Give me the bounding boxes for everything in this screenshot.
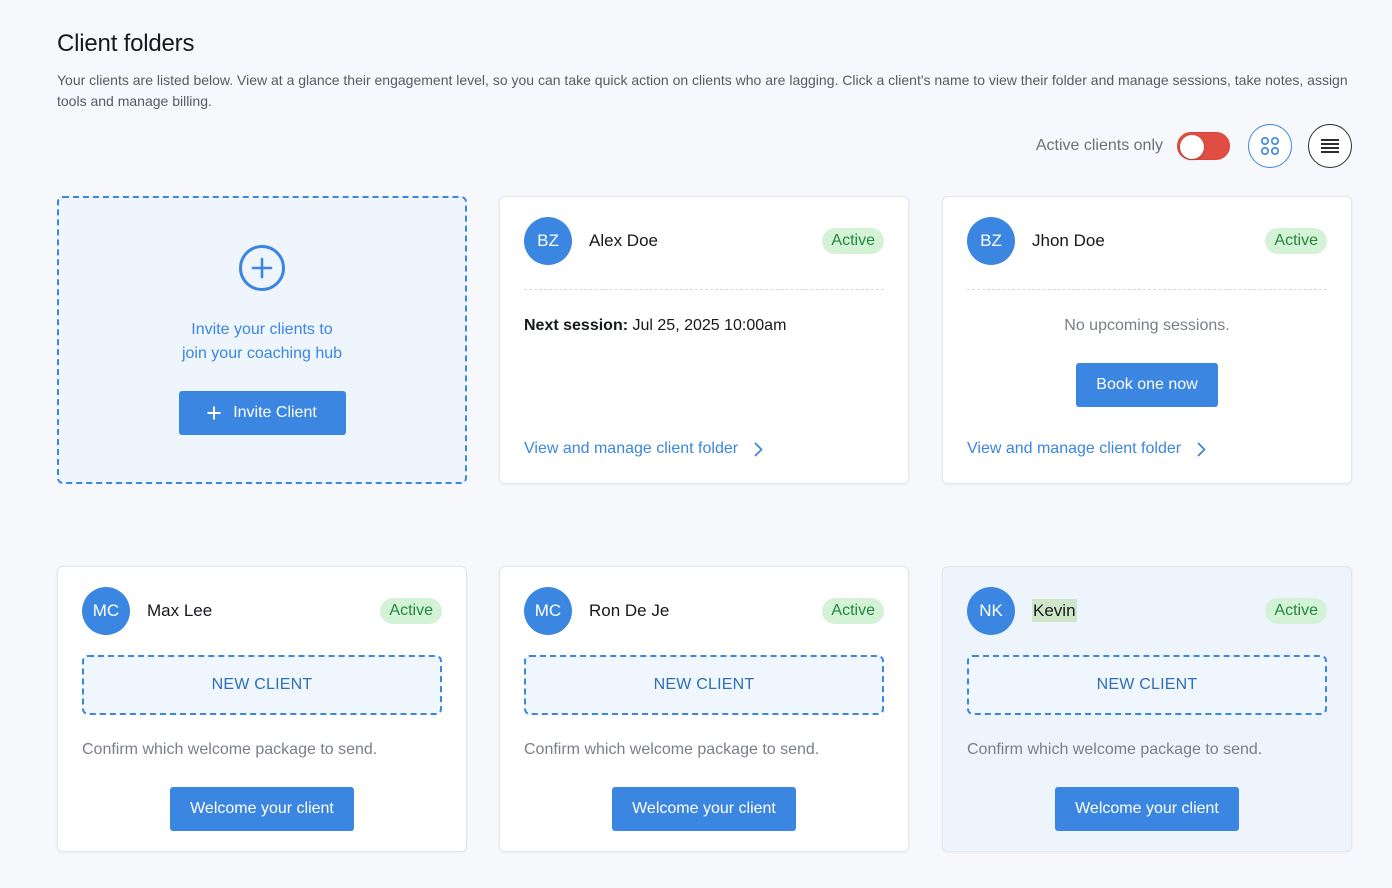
welcome-client-button[interactable]: Welcome your client: [170, 787, 354, 831]
confirm-welcome-text: Confirm which welcome package to send.: [967, 741, 1263, 758]
next-session-value: Jul 25, 2025 10:00am: [632, 317, 787, 334]
new-client-box: NEW CLIENT: [524, 655, 884, 715]
new-client-box: NEW CLIENT: [967, 655, 1327, 715]
status-badge: Active: [1265, 598, 1327, 624]
welcome-client-button[interactable]: Welcome your client: [612, 787, 796, 831]
book-one-now-button[interactable]: Book one now: [1076, 363, 1218, 407]
avatar[interactable]: BZ: [524, 217, 572, 265]
confirm-welcome-text: Confirm which welcome package to send.: [82, 741, 378, 758]
grid-view-button[interactable]: [1248, 124, 1292, 168]
view-client-folder-link[interactable]: View and manage client folder: [967, 440, 1206, 458]
client-card-header: MC Max Lee Active: [82, 587, 442, 635]
invite-text: Invite your clients to join your coachin…: [162, 318, 362, 366]
client-card-header: BZ Alex Doe Active: [524, 217, 884, 265]
client-name[interactable]: Alex Doe: [589, 231, 822, 251]
new-client-box: NEW CLIENT: [82, 655, 442, 715]
confirm-welcome-text: Confirm which welcome package to send.: [524, 741, 820, 758]
status-badge: Active: [822, 598, 884, 624]
avatar[interactable]: NK: [967, 587, 1015, 635]
list-view-button[interactable]: [1308, 124, 1352, 168]
divider: [524, 289, 884, 290]
view-client-folder-label: View and manage client folder: [967, 440, 1182, 457]
client-card-header: MC Ron De Je Active: [524, 587, 884, 635]
status-badge: Active: [380, 598, 442, 624]
chevron-right-icon: [1197, 442, 1206, 456]
active-clients-only-toggle[interactable]: [1177, 132, 1230, 160]
client-card-alex-doe: BZ Alex Doe Active Next session: Jul 25,…: [499, 196, 909, 484]
plus-circle-icon: [239, 245, 285, 291]
client-card-max-lee: MC Max Lee Active NEW CLIENT Confirm whi…: [57, 566, 467, 852]
welcome-client-button[interactable]: Welcome your client: [1055, 787, 1239, 831]
client-card-header: NK Kevin Active: [967, 587, 1327, 635]
page-description: Your clients are listed below. View at a…: [57, 72, 1348, 109]
grid-icon: [1260, 136, 1280, 156]
status-badge: Active: [1265, 228, 1327, 254]
avatar[interactable]: MC: [82, 587, 130, 635]
page-title: Client folders: [57, 30, 195, 57]
invite-text-line2: join your coaching hub: [181, 345, 343, 362]
client-name[interactable]: Max Lee: [147, 601, 380, 621]
list-icon: [1321, 139, 1339, 153]
client-card-header: BZ Jhon Doe Active: [967, 217, 1327, 265]
client-card-jhon-doe: BZ Jhon Doe Active No upcoming sessions.…: [942, 196, 1352, 484]
avatar[interactable]: BZ: [967, 217, 1015, 265]
no-sessions-text: No upcoming sessions.: [1064, 317, 1230, 334]
client-name-text: Kevin: [1032, 599, 1077, 622]
client-name[interactable]: Ron De Je: [589, 601, 822, 621]
next-session-label: Next session:: [524, 317, 629, 334]
client-name[interactable]: Jhon Doe: [1032, 231, 1265, 251]
active-clients-only-label: Active clients only: [1035, 137, 1163, 154]
invite-text-line1: Invite your clients to: [191, 321, 333, 338]
view-controls: Active clients only: [1036, 124, 1352, 168]
client-card-ron-de-je: MC Ron De Je Active NEW CLIENT Confirm w…: [499, 566, 909, 852]
client-card-kevin: NK Kevin Active NEW CLIENT Confirm which…: [942, 566, 1352, 852]
status-badge: Active: [822, 228, 884, 254]
avatar[interactable]: MC: [524, 587, 572, 635]
next-session: Next session: Jul 25, 2025 10:00am: [524, 317, 786, 335]
toggle-knob: [1180, 135, 1204, 159]
view-client-folder-label: View and manage client folder: [524, 440, 739, 457]
client-name[interactable]: Kevin: [1032, 599, 1265, 622]
invite-client-button[interactable]: Invite Client: [178, 391, 346, 435]
plus-icon: [207, 406, 221, 420]
divider: [967, 289, 1327, 290]
view-client-folder-link[interactable]: View and manage client folder: [524, 440, 763, 458]
invite-client-card: Invite your clients to join your coachin…: [57, 196, 467, 484]
chevron-right-icon: [754, 442, 763, 456]
invite-client-button-label: Invite Client: [233, 404, 317, 421]
